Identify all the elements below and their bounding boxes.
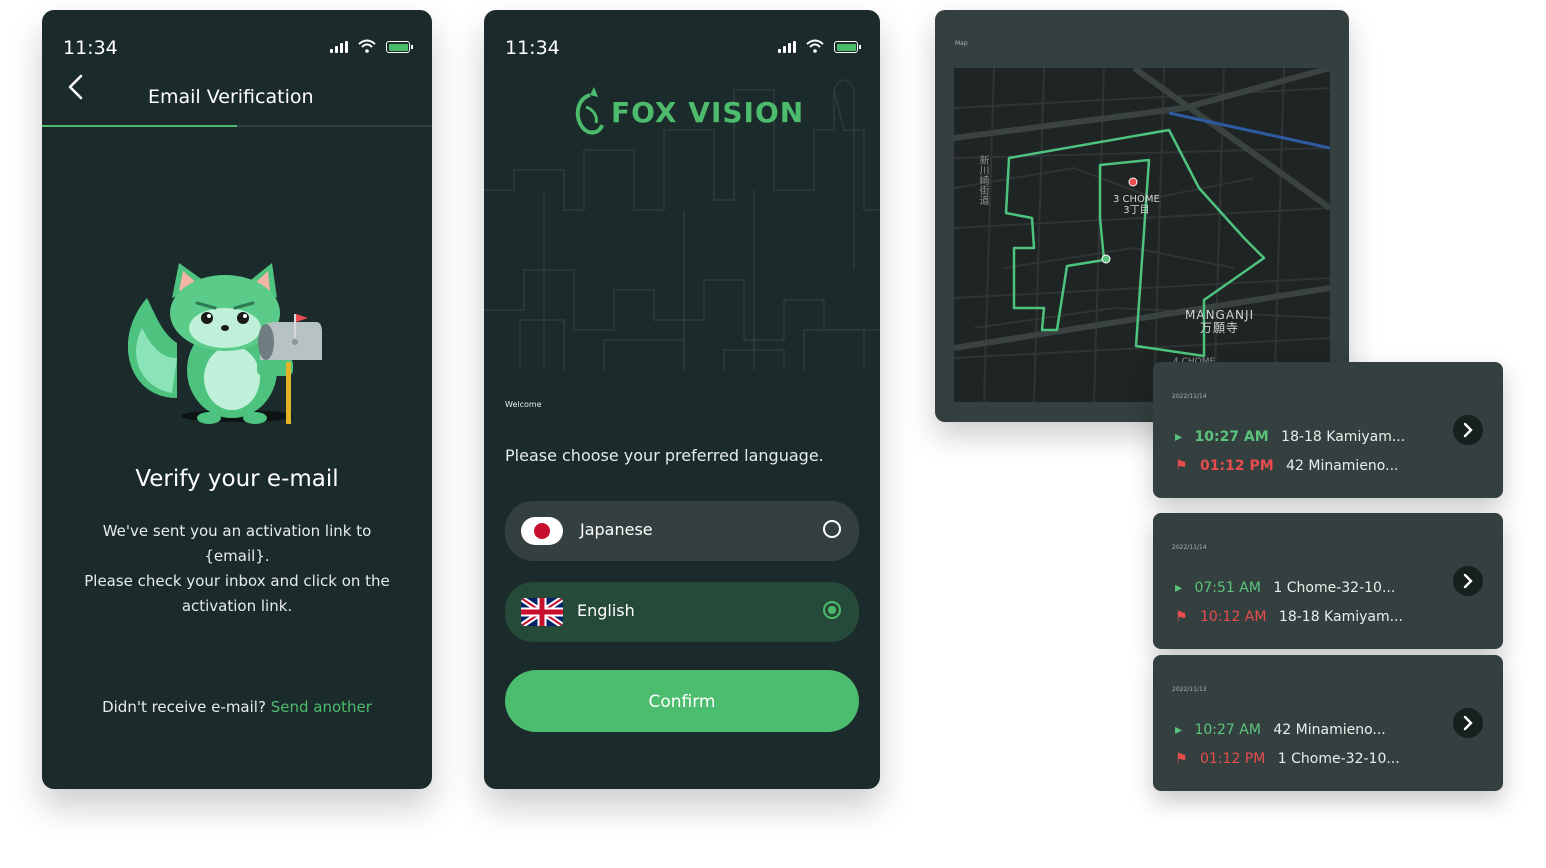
chevron-right-icon[interactable] [1453,708,1483,738]
resend-prompt: Didn't receive e-mail? [102,698,266,716]
district-label-3chome: 3 CHOME 3丁目 [1113,194,1160,216]
trip-start-address: 42 Minamieno... [1273,722,1386,738]
language-option-english[interactable]: English [505,582,859,642]
battery-icon [834,41,861,53]
language-option-label: English [577,601,635,620]
trip-end-address: 1 Chome-32-10... [1277,751,1400,767]
brand-logo-text: FOX VISION [611,96,805,129]
road-label: 新川崎街道 [977,155,988,205]
trip-start-time: 10:27 AM [1194,722,1261,738]
trip-date: 2022/11/13 [1172,686,1207,693]
verify-instructions: We've sent you an activation link to {em… [84,522,390,615]
trip-start-time: 10:27 AM [1194,429,1269,445]
route-map[interactable] [954,68,1330,402]
step-progress-bar [42,125,432,127]
status-time: 11:34 [63,37,118,59]
radio-unselected-icon[interactable] [823,520,841,538]
trip-date: 2022/11/14 [1172,393,1207,400]
status-bar-icons [778,39,861,53]
trip-start-time: 07:51 AM [1194,580,1261,596]
japan-flag-icon [521,517,563,545]
uk-flag-icon [521,598,563,626]
status-bar-icons [330,39,413,53]
trip-end-row: ⚑ 10:12 AM 18-18 Kamiyam... [1175,609,1403,625]
trip-date: 2022/11/14 [1172,544,1207,551]
language-option-label: Japanese [580,520,653,539]
trip-end-row: ⚑ 01:12 PM 1 Chome-32-10... [1175,751,1400,767]
trip-end-time: 01:12 PM [1200,751,1266,767]
back-arrow-icon[interactable] [64,74,90,100]
step-progress-fill [42,125,237,127]
map-card: Map 3 CHOME3丁目 MANGANJI万願寺 4 CHOME 新川崎街道 [935,10,1349,422]
trip-card[interactable]: 2022/11/14 ▸ 07:51 AM 1 Chome-32-10... ⚑… [1153,513,1503,649]
welcome-label: Welcome [505,400,542,409]
end-flag-icon: ⚑ [1175,609,1188,625]
verify-heading: Verify your e-mail [135,466,339,492]
trip-end-time: 10:12 AM [1200,609,1267,625]
confirm-button[interactable]: Confirm [505,670,859,732]
end-flag-icon: ⚑ [1175,751,1188,767]
fox-logo-icon [575,87,604,135]
page-title: Email Verification [148,86,314,108]
wifi-icon [358,39,376,53]
district-label-manganji: MANGANJI 万願寺 [1185,308,1255,335]
trip-start-address: 18-18 Kamiyam... [1281,429,1406,445]
trip-end-address: 18-18 Kamiyam... [1278,609,1403,625]
start-flag-icon: ▸ [1175,429,1183,445]
battery-icon [386,41,413,53]
trip-start-row: ▸ 10:27 AM 18-18 Kamiyam... [1175,429,1405,445]
trip-card[interactable]: 2022/11/13 ▸ 10:27 AM 42 Minamieno... ⚑ … [1153,655,1503,791]
chevron-right-icon[interactable] [1453,566,1483,596]
mailbox-icon [258,314,322,424]
trip-start-row: ▸ 10:27 AM 42 Minamieno... [1175,722,1386,738]
trip-end-time: 01:12 PM [1200,458,1274,474]
language-selection-screen: 11:34 FOX VISION Welcome Please choose y… [484,10,880,789]
chevron-right-icon[interactable] [1453,415,1483,445]
end-flag-icon: ⚑ [1175,458,1188,474]
wifi-icon [806,39,824,53]
trip-start-row: ▸ 07:51 AM 1 Chome-32-10... [1175,580,1395,596]
status-time: 11:34 [505,37,560,59]
email-verification-screen: 11:34 Email Verification Verify your e-m… [42,10,432,789]
map-label: Map [955,40,968,47]
trip-end-address: 42 Minamieno... [1286,458,1399,474]
radio-selected-icon[interactable] [823,601,841,619]
language-prompt: Please choose your preferred language. [505,446,824,465]
trip-start-address: 1 Chome-32-10... [1273,580,1396,596]
language-option-japanese[interactable]: Japanese [505,501,859,561]
start-flag-icon: ▸ [1175,580,1183,596]
send-another-link[interactable]: Send another [271,698,372,716]
trip-card[interactable]: 2022/11/14 ▸ 10:27 AM 18-18 Kamiyam... ⚑… [1153,362,1503,498]
start-flag-icon: ▸ [1175,722,1183,738]
resend-line: Didn't receive e-mail? Send another [42,698,432,716]
trip-end-row: ⚑ 01:12 PM 42 Minamieno... [1175,458,1398,474]
